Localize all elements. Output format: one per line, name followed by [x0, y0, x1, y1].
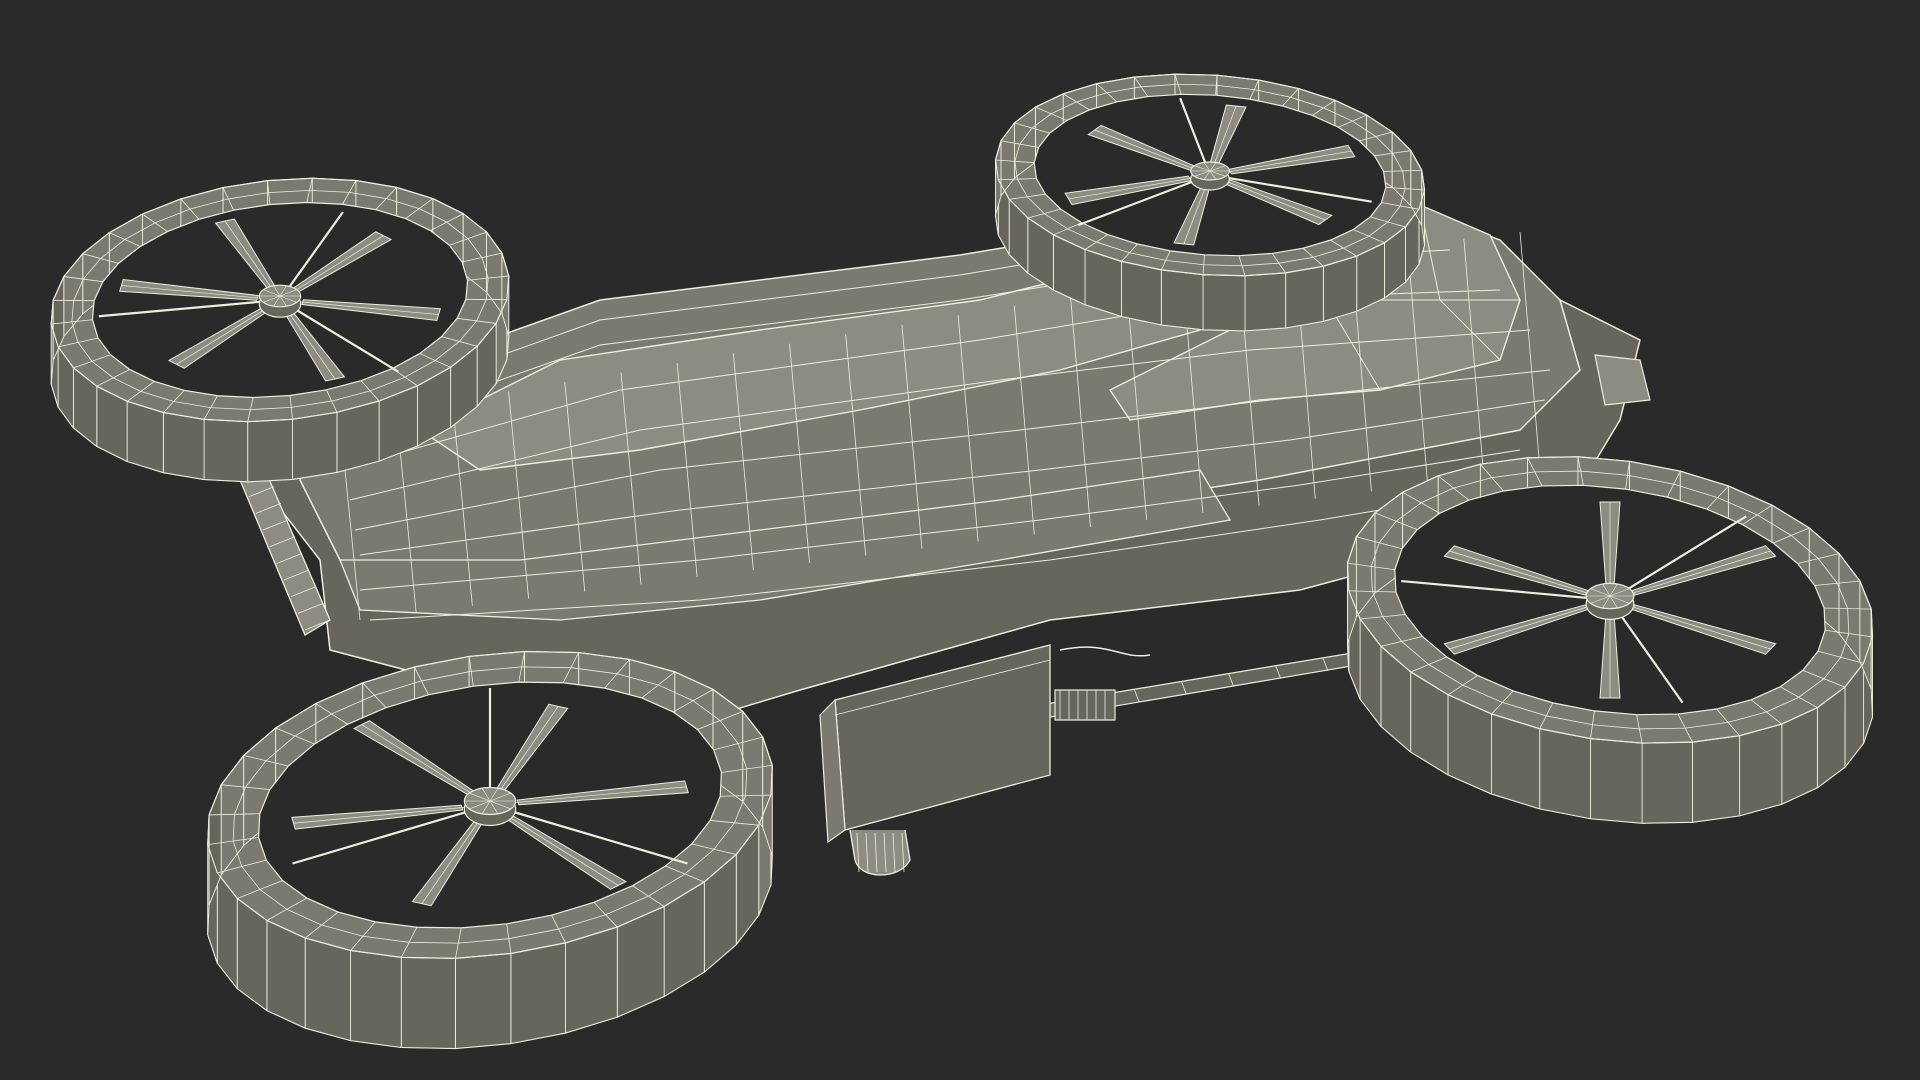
viewport — [0, 0, 1920, 1080]
landing-skid — [849, 829, 911, 876]
rotor-rear-right — [994, 73, 1426, 332]
drone-wireframe-render — [0, 0, 1920, 1080]
